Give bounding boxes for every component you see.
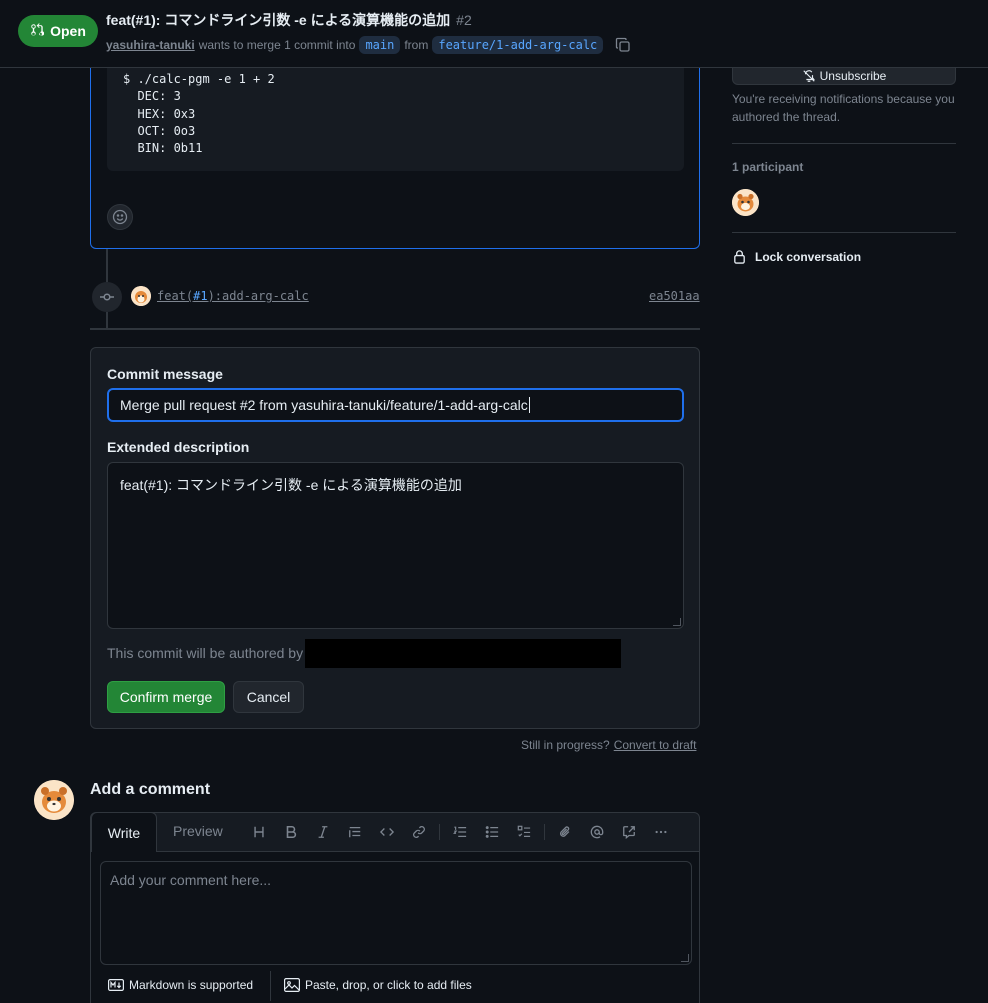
head-branch[interactable]: feature/1-add-arg-calc: [432, 36, 604, 54]
image-icon: [284, 978, 300, 992]
italic-icon[interactable]: [307, 821, 339, 843]
state-badge-open: Open: [18, 15, 98, 47]
draft-prompt: Still in progress? Convert to draft: [521, 738, 696, 752]
pull-request-icon: [30, 22, 45, 40]
merge-text: wants to merge 1 commit into: [198, 38, 356, 52]
markdown-icon: [108, 979, 124, 991]
smiley-icon: [112, 209, 128, 225]
pr-title: feat(#1): コマンドライン引数 -e による演算機能の追加 #2: [106, 10, 472, 30]
author-link[interactable]: yasuhira-tanuki: [106, 38, 195, 52]
markdown-supported-link[interactable]: Markdown is supported: [108, 978, 253, 992]
timeline-line: [106, 312, 108, 328]
commit-message-suffix: ):add-arg-calc: [207, 289, 309, 303]
commit-message-label: Commit message: [107, 366, 223, 382]
state-label: Open: [50, 23, 86, 39]
pr-title-text: feat(#1): コマンドライン引数 -e による演算機能の追加: [106, 12, 451, 28]
unsubscribe-label: Unsubscribe: [819, 69, 887, 83]
extended-description-value: feat(#1): コマンドライン引数 -e による演算機能の追加: [120, 477, 462, 493]
extended-description-label: Extended description: [107, 439, 250, 455]
footer-divider: [270, 971, 271, 1001]
bold-icon[interactable]: [275, 821, 307, 843]
comment-editor: Write Preview Add your comment here... M…: [90, 812, 700, 1003]
lock-conversation-button[interactable]: Lock conversation: [732, 249, 861, 264]
heading-icon[interactable]: [243, 821, 275, 843]
quote-icon[interactable]: [339, 821, 371, 843]
copy-icon[interactable]: [615, 37, 631, 53]
lock-conversation-label: Lock conversation: [755, 249, 862, 264]
commit-author-avatar[interactable]: [131, 286, 151, 306]
code-icon[interactable]: [371, 821, 403, 843]
commit-message-prefix: feat(: [157, 289, 194, 303]
confirm-merge-button[interactable]: Confirm merge: [107, 681, 225, 713]
pr-meta: yasuhira-tanuki wants to merge 1 commit …: [106, 36, 631, 54]
merge-form: Commit message Merge pull request #2 fro…: [90, 347, 700, 729]
toolbar-divider: [544, 824, 545, 840]
sidebar-divider: [732, 232, 956, 233]
participant-avatar[interactable]: [732, 189, 759, 216]
files-note-text: Paste, drop, or click to add files: [305, 978, 472, 992]
comment-placeholder: Add your comment here...: [110, 872, 272, 888]
commit-sha-link[interactable]: ea501aa: [649, 289, 700, 303]
redacted-author: [305, 639, 621, 668]
pr-description: $ ./calc-pgm -e 1 + 2 DEC: 3 HEX: 0x3 OC…: [90, 40, 700, 249]
task-list-icon[interactable]: [508, 821, 540, 843]
more-options-icon[interactable]: [645, 821, 677, 843]
tabs-underline: [157, 851, 700, 852]
comment-textarea[interactable]: Add your comment here...: [100, 861, 692, 965]
resize-handle-icon[interactable]: [673, 618, 681, 626]
link-icon[interactable]: [403, 821, 435, 843]
resize-handle-icon[interactable]: [681, 954, 689, 962]
participants-label: 1 participant: [732, 160, 804, 174]
from-text: from: [404, 38, 429, 52]
sticky-header: Open feat(#1): コマンドライン引数 -e による演算機能の追加 #2…: [0, 0, 988, 68]
markdown-toolbar: [243, 821, 677, 843]
tab-write[interactable]: Write: [91, 812, 157, 852]
notification-reason: You're receiving notifications because y…: [732, 92, 955, 124]
markdown-note-text: Markdown is supported: [129, 978, 254, 992]
sidebar-divider: [732, 143, 956, 144]
git-commit-icon: [92, 282, 122, 312]
text-caret: [528, 397, 530, 413]
convert-to-draft-link[interactable]: Convert to draft: [614, 738, 697, 752]
tab-preview[interactable]: Preview: [173, 823, 223, 839]
add-comment-heading: Add a comment: [90, 781, 211, 798]
pr-number: #2: [456, 12, 472, 28]
cancel-button[interactable]: Cancel: [233, 681, 304, 713]
commit-issue-link[interactable]: #1: [193, 289, 207, 303]
bullet-list-icon[interactable]: [476, 821, 508, 843]
mention-icon[interactable]: [581, 821, 613, 843]
add-files-button[interactable]: Paste, drop, or click to add files: [284, 978, 472, 992]
commit-message-value: Merge pull request #2 from yasuhira-tanu…: [120, 397, 528, 413]
base-branch[interactable]: main: [359, 36, 401, 54]
authored-by-text: This commit will be authored by: [107, 645, 304, 661]
timeline-divider: [90, 328, 700, 330]
bell-slash-icon: [802, 70, 815, 82]
attach-icon[interactable]: [549, 821, 581, 843]
code-block: $ ./calc-pgm -e 1 + 2 DEC: 3 HEX: 0x3 OC…: [107, 60, 684, 171]
lock-icon: [734, 250, 745, 264]
commit-message-input[interactable]: Merge pull request #2 from yasuhira-tanu…: [107, 388, 684, 422]
numbered-list-icon[interactable]: [444, 821, 476, 843]
timeline-line: [106, 249, 108, 282]
toolbar-divider: [439, 824, 440, 840]
draft-prompt-text: Still in progress?: [521, 738, 610, 752]
cross-reference-icon[interactable]: [613, 821, 645, 843]
extended-description-textarea[interactable]: feat(#1): コマンドライン引数 -e による演算機能の追加: [107, 462, 684, 629]
add-reaction-button[interactable]: [107, 204, 133, 230]
user-avatar[interactable]: [34, 780, 74, 820]
commit-message-link[interactable]: feat(#1):add-arg-calc: [157, 289, 309, 303]
